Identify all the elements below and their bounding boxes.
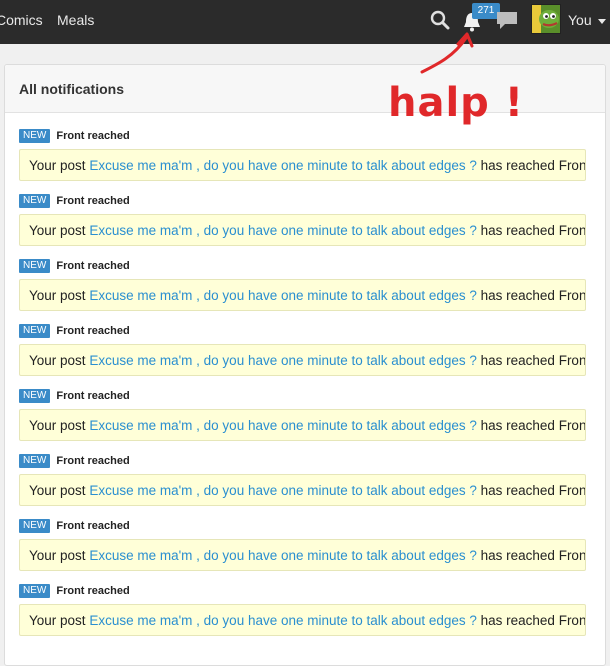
- message-prefix: Your post: [29, 418, 86, 433]
- new-badge: NEW: [19, 584, 51, 598]
- notification-type: Front reached: [56, 130, 130, 142]
- message-prefix: Your post: [29, 483, 86, 498]
- notification-message[interactable]: Your post Excuse me ma'm , do you have o…: [19, 474, 586, 506]
- notification-message[interactable]: Your post Excuse me ma'm , do you have o…: [19, 149, 586, 181]
- list-item: NEW Front reached Your post Excuse me ma…: [19, 128, 594, 193]
- message-prefix: Your post: [29, 158, 86, 173]
- notification-type: Front reached: [56, 325, 130, 337]
- message-prefix: Your post: [29, 613, 86, 628]
- new-badge: NEW: [19, 259, 51, 273]
- message-prefix: Your post: [29, 548, 86, 563]
- notification-type: Front reached: [56, 585, 130, 597]
- avatar[interactable]: [531, 4, 561, 34]
- post-link[interactable]: Excuse me ma'm , do you have one minute …: [89, 483, 477, 498]
- notification-message[interactable]: Your post Excuse me ma'm , do you have o…: [19, 214, 586, 246]
- new-badge: NEW: [19, 389, 51, 403]
- message-prefix: Your post: [29, 353, 86, 368]
- post-link[interactable]: Excuse me ma'm , do you have one minute …: [89, 548, 477, 563]
- post-link[interactable]: Excuse me ma'm , do you have one minute …: [89, 288, 477, 303]
- list-item: NEW Front reached Your post Excuse me ma…: [19, 258, 594, 323]
- list-item: NEW Front reached Your post Excuse me ma…: [19, 583, 594, 648]
- notification-type: Front reached: [56, 260, 130, 272]
- message-suffix: has reached Front!: [480, 483, 586, 498]
- list-item: NEW Front reached Your post Excuse me ma…: [19, 388, 594, 453]
- message-suffix: has reached Front!: [480, 158, 586, 173]
- new-badge: NEW: [19, 454, 51, 468]
- new-badge: NEW: [19, 519, 51, 533]
- post-link[interactable]: Excuse me ma'm , do you have one minute …: [89, 613, 477, 628]
- user-menu[interactable]: You: [568, 12, 606, 28]
- notification-message[interactable]: Your post Excuse me ma'm , do you have o…: [19, 409, 586, 441]
- user-label: You: [568, 12, 592, 28]
- message-prefix: Your post: [29, 223, 86, 238]
- new-badge: NEW: [19, 324, 51, 338]
- frog-avatar-icon: [532, 5, 560, 33]
- post-link[interactable]: Excuse me ma'm , do you have one minute …: [89, 158, 477, 173]
- list-item: NEW Front reached Your post Excuse me ma…: [19, 323, 594, 388]
- message-suffix: has reached Front!: [480, 288, 586, 303]
- notification-type: Front reached: [56, 455, 130, 467]
- chevron-down-icon: [597, 18, 606, 24]
- message-prefix: Your post: [29, 288, 86, 303]
- notification-message[interactable]: Your post Excuse me ma'm , do you have o…: [19, 344, 586, 376]
- annotation-text: halp !: [388, 80, 524, 126]
- page-title: All notifications: [19, 81, 124, 97]
- post-link[interactable]: Excuse me ma'm , do you have one minute …: [89, 223, 477, 238]
- message-suffix: has reached Front!: [480, 613, 586, 628]
- annotation-arrow: [420, 32, 474, 74]
- notification-list: NEW Front reached Your post Excuse me ma…: [19, 128, 594, 648]
- message-suffix: has reached Front!: [480, 223, 586, 238]
- notification-type: Front reached: [56, 390, 130, 402]
- post-link[interactable]: Excuse me ma'm , do you have one minute …: [89, 418, 477, 433]
- new-badge: NEW: [19, 129, 51, 143]
- notification-message[interactable]: Your post Excuse me ma'm , do you have o…: [19, 539, 586, 571]
- message-suffix: has reached Front!: [480, 418, 586, 433]
- message-suffix: has reached Front!: [480, 353, 586, 368]
- notifications-panel: All notifications NEW Front reached Your…: [4, 64, 606, 666]
- notification-message[interactable]: Your post Excuse me ma'm , do you have o…: [19, 604, 586, 636]
- notification-type: Front reached: [56, 520, 130, 532]
- list-item: NEW Front reached Your post Excuse me ma…: [19, 518, 594, 583]
- notification-message[interactable]: Your post Excuse me ma'm , do you have o…: [19, 279, 586, 311]
- nav-link-comics[interactable]: Comics: [0, 12, 43, 28]
- new-badge: NEW: [19, 194, 51, 208]
- notification-type: Front reached: [56, 195, 130, 207]
- list-item: NEW Front reached Your post Excuse me ma…: [19, 193, 594, 258]
- post-link[interactable]: Excuse me ma'm , do you have one minute …: [89, 353, 477, 368]
- top-navbar: Comics Meals 271 You: [0, 0, 610, 44]
- list-item: NEW Front reached Your post Excuse me ma…: [19, 453, 594, 518]
- message-suffix: has reached Front!: [480, 548, 586, 563]
- nav-link-meals[interactable]: Meals: [57, 12, 94, 28]
